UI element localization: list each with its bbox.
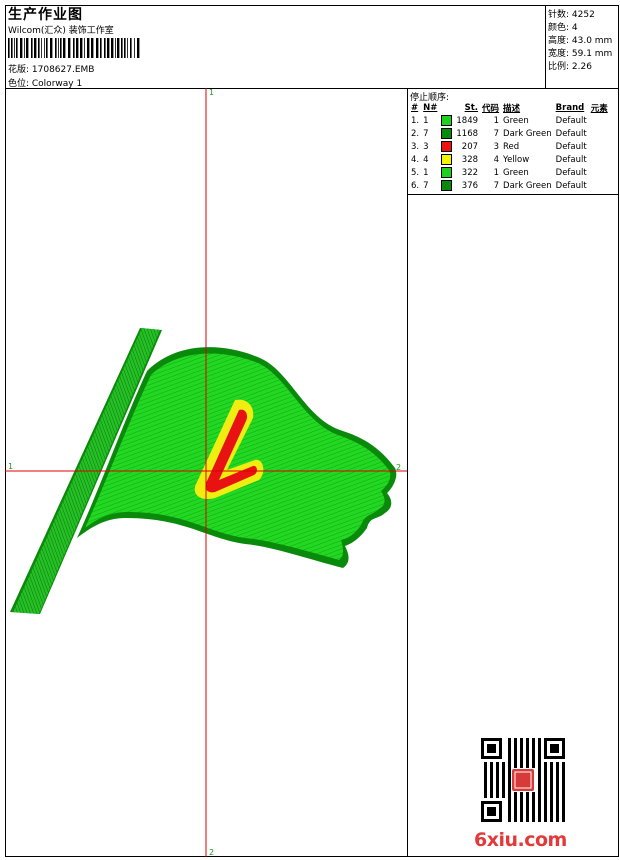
cell-code: 7 [493,180,500,191]
color-swatch [441,141,453,152]
table-row: 4. 4 328 4 Yellow Default [409,153,610,166]
cell-element [589,179,610,192]
cell-code: 3 [493,141,500,152]
cell-brand: Default [555,167,587,178]
cell-element [589,140,610,153]
color-swatch [441,180,453,191]
cell-index: 1. [411,115,420,126]
cell-brand: Default [555,180,587,191]
col-stitches: St. [464,102,479,113]
table-header-row: # N# St. 代码 描述 Brand 元素 [409,101,610,114]
design-width: 宽度: 59.1 mm [548,49,613,59]
cell-element [589,166,610,179]
cell-index: 3. [411,141,420,152]
cell-brand: Default [555,128,587,139]
cell-code: 4 [493,154,500,165]
qr-code-image [481,738,565,822]
table-row: 5. 1 322 1 Green Default [409,166,610,179]
cell-swatch [439,179,454,192]
col-needle: N# [423,102,438,113]
cell-element [589,114,610,127]
cell-element [589,153,610,166]
color-swatch [441,154,453,165]
watermark-logo: 6xiu.com [474,829,567,851]
design-file: 花版: 1708627.EMB [8,65,95,75]
axis-left-label: 1 [8,462,14,471]
cell-index: 6. [411,180,420,191]
col-index: # [411,102,419,113]
col-swatch [439,101,454,114]
table-row: 3. 3 207 3 Red Default [409,140,610,153]
cell-stitches: 376 [461,180,479,191]
cell-swatch [439,166,454,179]
table-row: 1. 1 1849 1 Green Default [409,114,610,127]
panel-divider [407,88,408,857]
stats-divider [545,5,546,89]
cell-swatch [439,153,454,166]
cell-stitches: 1849 [456,115,479,126]
color-swatch [441,167,453,178]
table-row: 2. 7 1168 7 Dark Green Default [409,127,610,140]
scale-ratio: 比例: 2.26 [548,62,592,72]
cell-index: 5. [411,167,420,178]
cell-needle: 1 [423,115,429,126]
page-title: 生产作业图 [8,7,83,23]
cell-brand: Default [555,115,587,126]
stitch-count: 针数: 4252 [548,10,595,20]
cell-swatch [439,127,454,140]
design-height: 高度: 43.0 mm [548,36,613,46]
color-count: 颜色: 4 [548,23,578,33]
axis-top-label: 1 [209,88,215,97]
cell-desc: Green [503,115,529,126]
col-brand: Brand [555,102,585,113]
col-code: 代码 [482,103,500,114]
axis-bottom-label: 2 [209,848,215,857]
cell-needle: 3 [423,141,429,152]
color-swatch [441,115,453,126]
cell-needle: 7 [423,180,429,191]
cell-needle: 1 [423,167,429,178]
company-name: Wilcom(汇众) 装饰工作室 [8,26,114,36]
cell-code: 1 [493,167,500,178]
color-swatch [441,128,453,139]
cell-swatch [439,140,454,153]
cell-stitches: 328 [461,154,479,165]
axis-right-label: 2 [396,463,402,472]
cell-stitches: 207 [461,141,479,152]
cell-needle: 4 [423,154,429,165]
cell-desc: Red [503,141,520,152]
cell-brand: Default [555,154,587,165]
embroidery-canvas [5,88,407,857]
table-row: 6. 7 376 7 Dark Green Default [409,179,610,192]
cell-stitches: 322 [461,167,479,178]
cell-code: 1 [493,115,500,126]
cell-desc: Green [503,167,529,178]
cell-element [589,127,610,140]
cell-stitches: 1168 [456,128,479,139]
stop-sequence-table: # N# St. 代码 描述 Brand 元素 1. 1 1849 1 Green Def… [409,101,610,192]
cell-brand: Default [555,141,587,152]
cell-desc: Yellow [503,154,530,165]
col-element: 元素 [590,103,608,114]
cell-index: 2. [411,128,420,139]
cell-needle: 7 [423,128,429,139]
stops-divider [407,194,619,195]
cell-code: 7 [493,128,500,139]
cell-desc: Dark Green [503,180,552,191]
col-desc: 描述 [503,103,521,114]
cell-desc: Dark Green [503,128,552,139]
cell-swatch [439,114,454,127]
cell-index: 4. [411,154,420,165]
barcode-image [8,38,140,58]
